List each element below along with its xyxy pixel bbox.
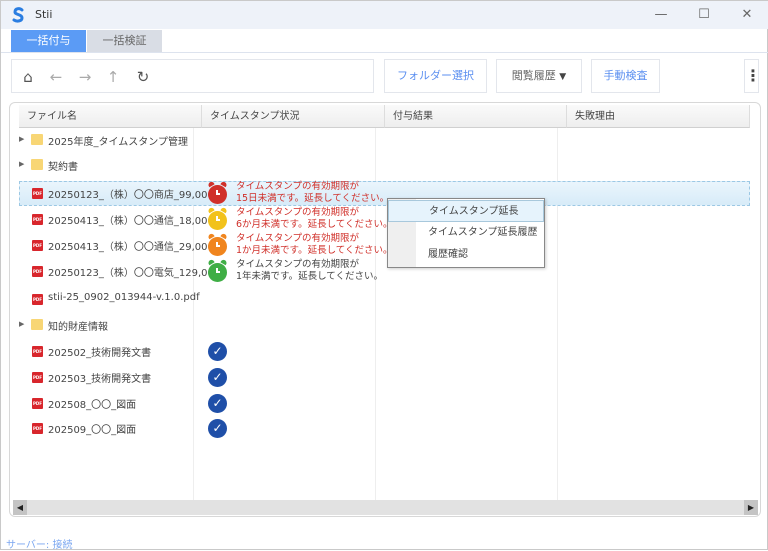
pdf-icon: PDF — [32, 372, 43, 383]
check-circle-icon: ✓ — [208, 368, 227, 387]
server-status: サーバー: 接続 — [6, 540, 73, 551]
column-header-timestamp-status[interactable]: タイムスタンプ状況 — [202, 105, 385, 128]
folder-icon — [31, 319, 43, 330]
navigation-bar: ⌂ ← → ↑ ↻ — [11, 59, 374, 93]
caret-down-icon: ▼ — [559, 72, 567, 82]
pdf-icon: PDF — [32, 398, 43, 409]
alarm-clock-icon — [208, 237, 227, 256]
app-logo-icon — [12, 7, 24, 23]
expand-icon[interactable]: ▶ — [19, 160, 24, 168]
pdf-icon: PDF — [32, 346, 43, 357]
scroll-right-icon[interactable]: ▶ — [744, 500, 758, 515]
up-icon[interactable]: ↑ — [102, 68, 124, 86]
close-button[interactable]: ✕ — [739, 7, 755, 23]
scroll-left-icon[interactable]: ◀ — [13, 500, 27, 515]
pdf-icon: PDF — [32, 240, 43, 251]
home-icon[interactable]: ⌂ — [17, 68, 39, 86]
alarm-clock-icon — [208, 263, 227, 282]
timestamp-warning: タイムスタンプの有効期限が 1か月未満です。延長してください。 — [236, 233, 393, 256]
timestamp-warning: タイムスタンプの有効期限が 15日未満です。延長してください。 — [236, 181, 390, 204]
tab-bulk-verify[interactable]: 一括検証 — [87, 30, 162, 52]
folder-icon — [31, 134, 43, 145]
file-name: 20250413_（株）〇〇通信_29,000_ — [48, 242, 219, 253]
column-header-filename[interactable]: ファイル名 — [19, 105, 202, 128]
maximize-button[interactable]: ☐ — [696, 7, 712, 23]
file-name: 20250123_（株）〇〇商店_99,000_ — [48, 190, 219, 201]
file-name: stii-25_0902_013944-v.1.0.pdf — [48, 292, 200, 303]
expand-icon[interactable]: ▶ — [19, 135, 24, 143]
context-menu: タイムスタンプ延長 タイムスタンプ延長履歴 履歴確認 — [387, 198, 545, 268]
manual-check-button[interactable]: 手動検査 — [591, 59, 660, 93]
file-name: 契約書 — [48, 162, 78, 173]
folder-icon — [31, 159, 43, 170]
menu-item-extend-timestamp[interactable]: タイムスタンプ延長 — [388, 200, 544, 222]
back-icon[interactable]: ← — [45, 68, 67, 86]
check-circle-icon: ✓ — [208, 342, 227, 361]
window-title: Stii — [35, 8, 53, 21]
menu-item-extension-history[interactable]: タイムスタンプ延長履歴 — [388, 222, 544, 244]
file-name: 202508_〇〇_図面 — [48, 400, 137, 411]
file-name: 202509_〇〇_図面 — [48, 425, 137, 436]
alarm-clock-icon — [208, 211, 227, 230]
table-row[interactable] — [19, 313, 750, 338]
timestamp-warning: タイムスタンプの有効期限が 1年未満です。延長してください。 — [236, 259, 384, 282]
horizontal-scrollbar[interactable]: ◀ ▶ — [13, 500, 758, 515]
expand-icon[interactable]: ▶ — [19, 320, 24, 328]
history-label: 閲覧履歴 — [511, 69, 556, 82]
file-name: 知的財産情報 — [48, 322, 108, 333]
title-bar: Stii — ☐ ✕ — [1, 1, 768, 29]
pdf-icon: PDF — [32, 188, 43, 199]
check-circle-icon: ✓ — [208, 394, 227, 413]
minimize-button[interactable]: — — [653, 7, 669, 23]
file-name: 202503_技術開発文書 — [48, 374, 152, 385]
tab-bulk-grant[interactable]: 一括付与 — [11, 30, 86, 52]
pdf-icon: PDF — [32, 214, 43, 225]
alarm-clock-icon — [208, 185, 227, 204]
pdf-icon: PDF — [32, 294, 43, 305]
divider — [1, 52, 768, 53]
file-name: 202502_技術開発文書 — [48, 348, 152, 359]
more-menu-icon[interactable]: ⋮ — [744, 59, 761, 93]
history-dropdown[interactable]: 閲覧履歴 ▼ — [496, 59, 582, 93]
file-name: 2025年度_タイムスタンプ管理 — [48, 137, 188, 148]
file-name: 20250123_（株）〇〇電気_129,000_ — [48, 268, 226, 279]
pdf-icon: PDF — [32, 423, 43, 434]
file-name: 20250413_（株）〇〇通信_18,000_ — [48, 216, 219, 227]
column-header-grant-result[interactable]: 付与結果 — [385, 105, 567, 128]
table-row[interactable] — [19, 153, 750, 178]
check-circle-icon: ✓ — [208, 419, 227, 438]
timestamp-warning: タイムスタンプの有効期限が 6か月未満です。延長してください。 — [236, 207, 393, 230]
folder-select-button[interactable]: フォルダー選択 — [384, 59, 487, 93]
column-header-failure-reason[interactable]: 失敗理由 — [567, 105, 750, 128]
forward-icon[interactable]: → — [74, 68, 96, 86]
pdf-icon: PDF — [32, 266, 43, 277]
refresh-icon[interactable]: ↻ — [132, 68, 154, 86]
menu-item-history-check[interactable]: 履歴確認 — [388, 244, 544, 266]
